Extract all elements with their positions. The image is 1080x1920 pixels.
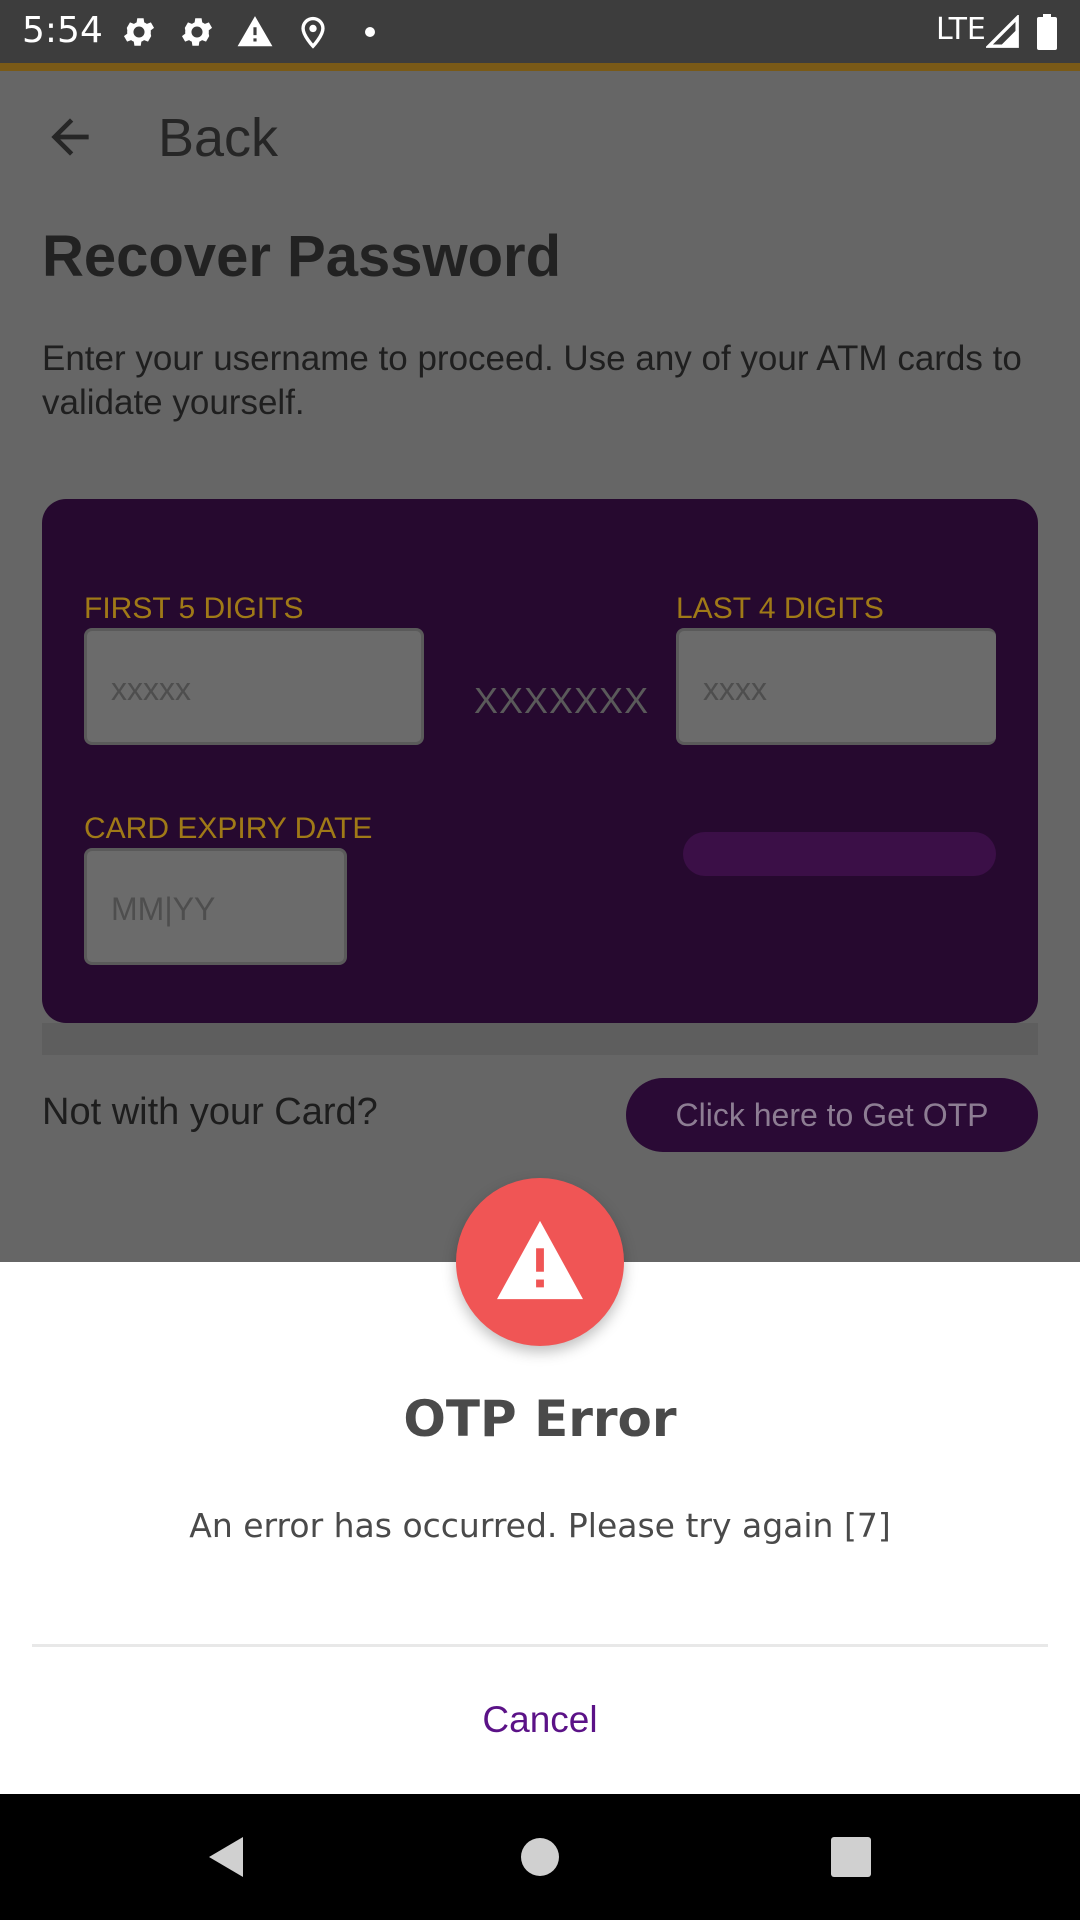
last-digits-placeholder: xxxx [703, 671, 767, 707]
cancel-button[interactable]: Cancel [390, 1688, 690, 1752]
arrow-back-icon [42, 109, 98, 170]
system-nav-bar [0, 1794, 1080, 1920]
page-title: Recover Password [42, 224, 562, 289]
battery-icon [1036, 12, 1058, 52]
location-icon [296, 12, 330, 52]
dialog-divider [32, 1644, 1048, 1647]
first-digits-label: FIRST 5 DIGITS [84, 592, 304, 625]
expiry-date-input[interactable]: MM|YY [84, 848, 347, 965]
card-loading-bar [683, 832, 996, 876]
nav-recents-icon[interactable] [826, 1832, 876, 1882]
first-digits-input[interactable]: xxxxx [84, 628, 424, 745]
atm-card-form: FIRST 5 DIGITS xxxxx XXXXXXX LAST 4 DIGI… [42, 499, 1038, 1023]
warning-icon [236, 12, 274, 52]
dot-icon [364, 12, 376, 52]
expiry-placeholder: MM|YY [111, 891, 216, 927]
signal-icon [986, 12, 1020, 52]
back-button[interactable] [42, 109, 98, 170]
page-subtitle: Enter your username to proceed. Use any … [42, 339, 1022, 422]
masked-card-digits: XXXXXXX [474, 680, 650, 721]
expiry-label: CARD EXPIRY DATE [84, 812, 373, 845]
last-digits-label: LAST 4 DIGITS [676, 592, 884, 625]
status-bar: 5:54 LTE [0, 0, 1080, 63]
nav-back-icon[interactable] [200, 1832, 250, 1882]
status-time: 5:54 [22, 10, 103, 51]
not-with-card-prompt: Not with your Card? [42, 1091, 378, 1133]
get-otp-button[interactable]: Click here to Get OTP [626, 1078, 1038, 1152]
last-digits-input[interactable]: xxxx [676, 628, 996, 745]
card-shadow [42, 1023, 1038, 1055]
status-accent-bar [0, 63, 1080, 71]
gear-icon [120, 12, 158, 52]
gear-icon [178, 12, 216, 52]
nav-home-icon[interactable] [515, 1832, 565, 1882]
first-digits-placeholder: xxxxx [111, 671, 191, 707]
alert-badge [456, 1178, 624, 1346]
dialog-message: An error has occurred. Please try again … [189, 1506, 891, 1545]
recover-password-screen: Back Recover Password Enter your usernam… [0, 71, 1080, 1262]
back-label[interactable]: Back [158, 107, 278, 169]
dialog-title: OTP Error [403, 1390, 677, 1448]
network-type: LTE [936, 12, 986, 47]
warning-icon [492, 1217, 588, 1308]
